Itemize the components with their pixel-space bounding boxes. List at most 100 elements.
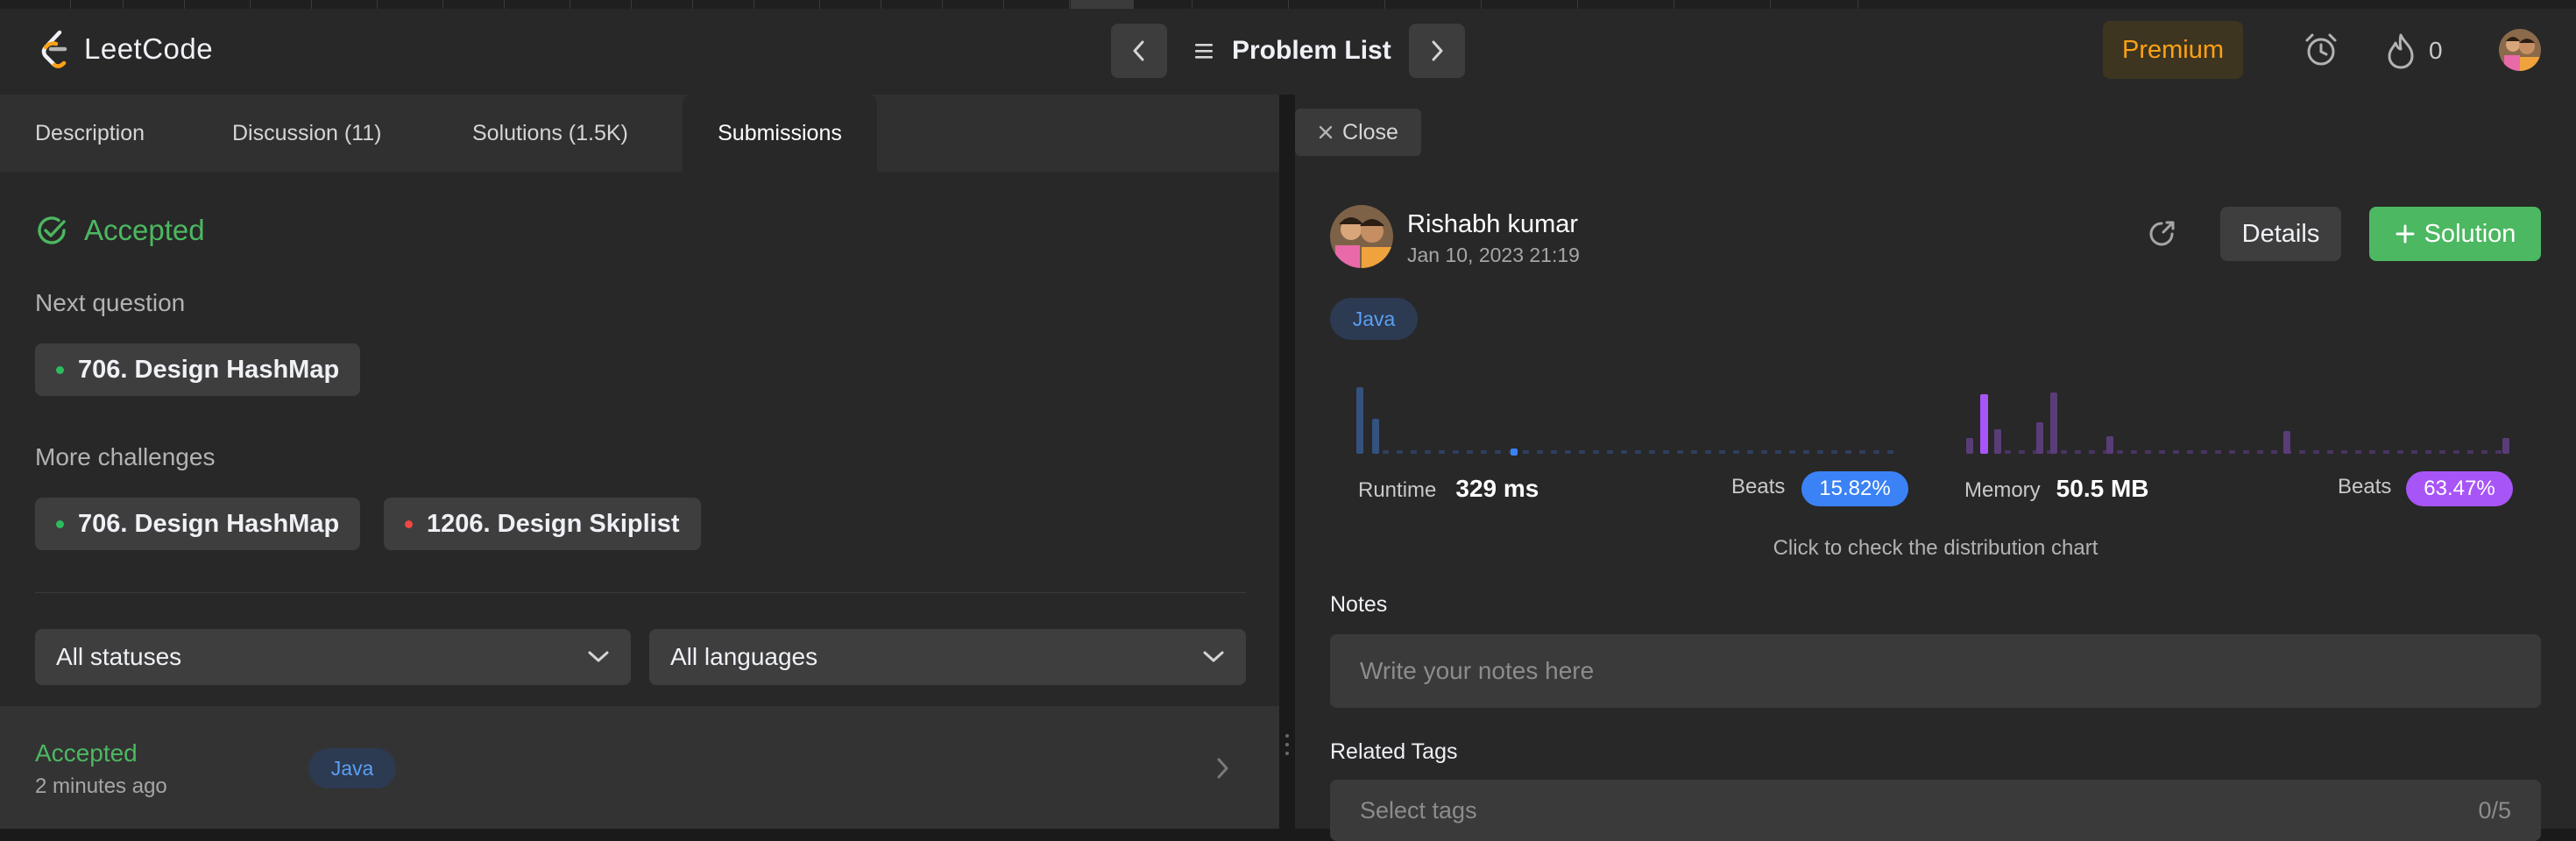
submission-status: Accepted [35, 214, 205, 247]
distribution-baseline-dot [2397, 450, 2403, 454]
memory-distribution-sparkline[interactable] [1966, 377, 2509, 457]
distribution-baseline-dot [2271, 450, 2277, 454]
row-time: 2 minutes ago [35, 774, 167, 798]
leetcode-logo[interactable]: LeetCode [39, 30, 213, 68]
runtime-beats-badge: 15.82% [1801, 471, 1908, 506]
chevron-down-icon [1203, 651, 1224, 662]
add-solution-button[interactable]: Solution [2369, 207, 2541, 261]
distribution-baseline-dot [1649, 450, 1655, 454]
tags-count: 0/5 [2478, 796, 2511, 823]
next-problem-button[interactable] [1409, 24, 1465, 78]
challenge-title: 706. Design HashMap [78, 509, 340, 538]
row-status: Accepted [35, 739, 138, 767]
distribution-baseline-dot [1565, 450, 1571, 454]
distribution-baseline-dot [1425, 450, 1431, 454]
distribution-baseline-dot [2173, 450, 2179, 454]
memory-beats-badge: 63.47% [2406, 471, 2513, 506]
tab-discussion[interactable]: Discussion (11) [232, 95, 381, 172]
distribution-baseline-dot [2215, 450, 2221, 454]
streak-counter[interactable]: 0 [2385, 32, 2443, 70]
challenge-chip[interactable]: 1206. Design Skiplist [384, 498, 701, 550]
close-label: Close [1342, 119, 1398, 145]
leetcode-logo-icon [41, 30, 67, 68]
plus-icon [2396, 224, 2415, 244]
distribution-baseline-dot [2117, 450, 2123, 454]
tab-description[interactable]: Description [35, 95, 145, 172]
problem-list-label: Problem List [1232, 36, 1391, 65]
submission-row[interactable]: Accepted 2 minutes ago Java [0, 706, 1279, 829]
distribution-baseline-dot [1761, 450, 1767, 454]
tags-placeholder: Select tags [1360, 796, 1477, 823]
premium-button[interactable]: Premium [2103, 21, 2243, 79]
language-filter-select[interactable]: All languages [649, 629, 1246, 685]
distribution-baseline-dot [2159, 450, 2165, 454]
distribution-baseline-dot [2341, 450, 2347, 454]
distribution-baseline-dot [1733, 450, 1739, 454]
timer-button[interactable] [2301, 30, 2341, 70]
brand-name: LeetCode [84, 32, 214, 65]
solution-label: Solution [2424, 219, 2516, 248]
distribution-baseline-dot [2257, 450, 2263, 454]
language-badge: Java [1330, 298, 1418, 340]
share-icon [2149, 221, 2175, 246]
challenge-chip[interactable]: 706. Design HashMap [35, 498, 361, 550]
share-button[interactable] [2143, 216, 2180, 252]
distribution-baseline-dot [2201, 450, 2207, 454]
easy-dot-icon [56, 519, 64, 528]
distribution-baseline-dot [1607, 450, 1613, 454]
notes-input[interactable]: Write your notes here [1330, 634, 2541, 708]
distribution-baseline-dot [2005, 450, 2011, 454]
distribution-baseline-dot [1551, 450, 1557, 454]
status-filter-value: All statuses [56, 643, 182, 670]
memory-value: 50.5 MB [2056, 475, 2149, 502]
next-question-label: Next question [35, 289, 186, 316]
distribution-baseline-dot [2467, 450, 2473, 454]
distribution-baseline-dot [2145, 450, 2151, 454]
submission-date: Jan 10, 2023 21:19 [1407, 244, 1580, 266]
memory-beats-label: Beats [2338, 475, 2392, 498]
flame-icon [2388, 33, 2414, 69]
runtime-value: 329 ms [1455, 475, 1539, 502]
distribution-baseline-dot [2229, 450, 2235, 454]
chevron-right-icon [1217, 758, 1228, 779]
left-tab-bar: Description Discussion (11) Solutions (1… [0, 95, 1279, 172]
distribution-baseline-dot [1635, 450, 1641, 454]
distribution-baseline-dot [1467, 450, 1473, 454]
chevron-right-icon [1432, 40, 1443, 61]
distribution-baseline-dot [2089, 450, 2095, 454]
author-name[interactable]: Rishabh kumar [1407, 210, 1578, 239]
distribution-baseline-dot [2299, 450, 2305, 454]
distribution-baseline-dot [1817, 450, 1823, 454]
streak-count: 0 [2429, 37, 2443, 64]
distribution-hint[interactable]: Click to check the distribution chart [1330, 536, 2541, 561]
hard-dot-icon [405, 519, 413, 528]
runtime-distribution-sparkline[interactable] [1356, 377, 1908, 457]
distribution-baseline-dot [1859, 450, 1865, 454]
status-filter-select[interactable]: All statuses [35, 629, 631, 685]
distribution-baseline-dot [1705, 450, 1711, 454]
tags-select[interactable]: Select tags 0/5 [1330, 780, 2541, 841]
distribution-baseline-dot [1873, 450, 1879, 454]
tab-submissions[interactable]: Submissions [683, 95, 877, 172]
distribution-baseline-dot [1691, 450, 1697, 454]
panel-splitter[interactable] [1279, 95, 1295, 829]
more-challenges-label: More challenges [35, 443, 216, 470]
distribution-baseline-dot [2355, 450, 2361, 454]
close-button[interactable]: Close [1295, 109, 1421, 156]
distribution-baseline-dot [1593, 450, 1599, 454]
problem-list-button[interactable]: Problem List [1193, 32, 1391, 70]
distribution-baseline-dot [1439, 450, 1445, 454]
tab-solutions[interactable]: Solutions (1.5K) [472, 95, 628, 172]
alarm-clock-icon [2305, 33, 2337, 66]
row-language-badge: Java [308, 748, 396, 788]
distribution-baseline-dot [1579, 450, 1585, 454]
chevron-left-icon [1133, 40, 1144, 61]
distribution-baseline-dot [1481, 450, 1487, 454]
details-button[interactable]: Details [2220, 207, 2341, 261]
user-avatar[interactable] [2499, 29, 2541, 71]
next-question-chip[interactable]: 706. Design HashMap [35, 343, 361, 396]
distribution-baseline-dot [2327, 450, 2333, 454]
prev-problem-button[interactable] [1111, 24, 1167, 78]
notes-label: Notes [1330, 592, 1388, 617]
author-avatar[interactable] [1330, 205, 1393, 268]
